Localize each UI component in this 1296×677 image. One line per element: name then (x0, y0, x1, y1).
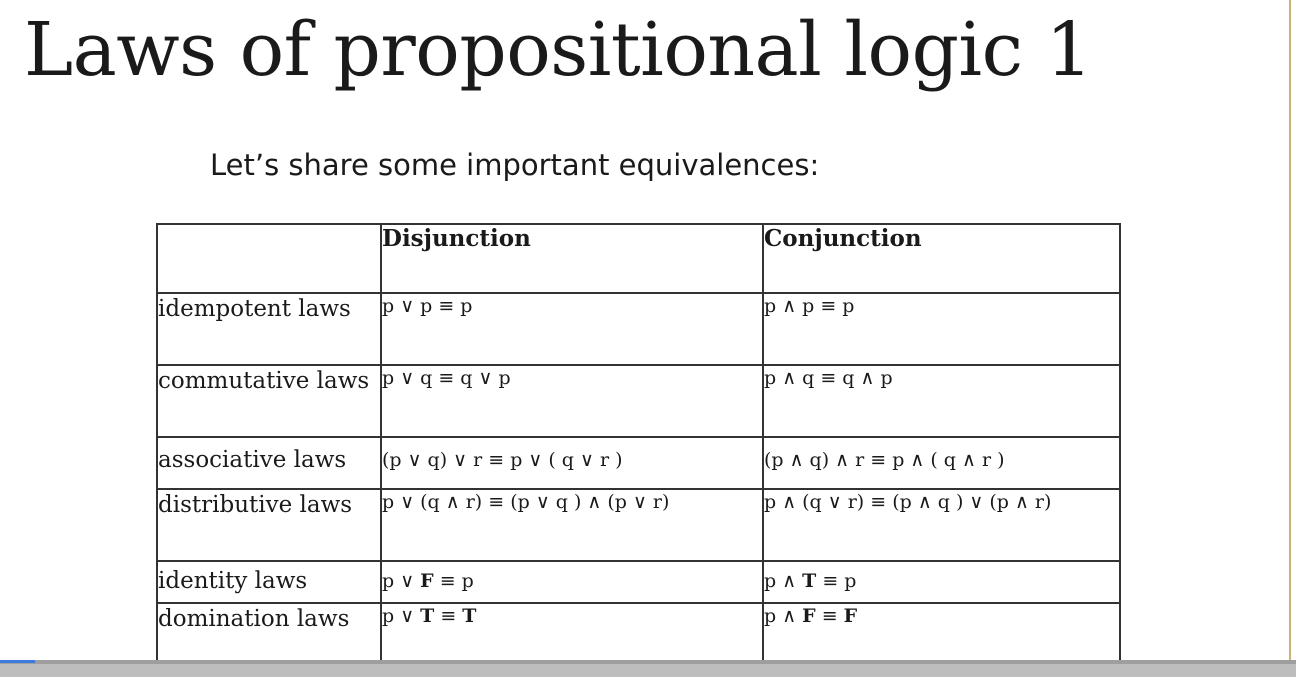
law-name: distributive laws (156, 488, 382, 562)
conjunction-formula: p ∧ (q ∨ r) ≡ (p ∧ q ) ∨ (p ∧ r) (762, 488, 1121, 562)
video-scrub-bar[interactable] (0, 660, 1296, 677)
formula-constant: F (802, 605, 816, 627)
disjunction-formula: p ∨ q ≡ q ∨ p (380, 364, 764, 438)
disjunction-formula: p ∨ p ≡ p (380, 292, 764, 366)
slide-edge (1289, 0, 1291, 660)
conjunction-formula: p ∧ p ≡ p (762, 292, 1121, 366)
formula-text: p ∨ (382, 605, 421, 627)
laws-table: Disjunction Conjunction idempotent laws … (156, 223, 1121, 676)
table-row: distributive laws p ∨ (q ∧ r) ≡ (p ∨ q )… (156, 488, 1121, 562)
table-header-row: Disjunction Conjunction (156, 223, 1121, 294)
formula-constant: T (802, 570, 817, 592)
header-conjunction: Conjunction (762, 223, 1121, 294)
header-cell-empty (156, 223, 382, 294)
formula-text: ≡ (434, 605, 463, 627)
law-name: identity laws (156, 560, 382, 604)
conjunction-formula: (p ∧ q) ∧ r ≡ p ∧ ( q ∧ r ) (762, 436, 1121, 490)
scrub-track (0, 660, 1296, 664)
law-name: commutative laws (156, 364, 382, 438)
formula-constant: F (420, 570, 434, 592)
formula-text: p ∨ (382, 570, 421, 592)
header-disjunction: Disjunction (380, 223, 764, 294)
slide: Laws of propositional logic 1 Let’s shar… (0, 0, 1296, 677)
formula-constant: T (462, 605, 477, 627)
formula-text: ≡ p (433, 570, 474, 592)
video-progress-fill (0, 660, 35, 663)
formula-text: ≡ (815, 605, 844, 627)
formula-text: p ∧ (764, 570, 803, 592)
slide-subtitle: Let’s share some important equivalences: (210, 148, 820, 182)
table-row: idempotent laws p ∨ p ≡ p p ∧ p ≡ p (156, 292, 1121, 366)
disjunction-formula: p ∨ (q ∧ r) ≡ (p ∨ q ) ∧ (p ∨ r) (380, 488, 764, 562)
disjunction-formula: (p ∨ q) ∨ r ≡ p ∨ ( q ∨ r ) (380, 436, 764, 490)
formula-constant: T (420, 605, 435, 627)
formula-constant: F (843, 605, 858, 627)
conjunction-formula: p ∧ T ≡ p (762, 560, 1121, 604)
table-row: associative laws (p ∨ q) ∨ r ≡ p ∨ ( q ∨… (156, 436, 1121, 490)
formula-text: p ∧ (764, 605, 803, 627)
conjunction-formula: p ∧ q ≡ q ∧ p (762, 364, 1121, 438)
law-name: associative laws (156, 436, 382, 490)
law-name: idempotent laws (156, 292, 382, 366)
formula-text: ≡ p (816, 570, 857, 592)
slide-title: Laws of propositional logic 1 (24, 7, 1093, 93)
table-row: commutative laws p ∨ q ≡ q ∨ p p ∧ q ≡ q… (156, 364, 1121, 438)
table-row: identity laws p ∨ F ≡ p p ∧ T ≡ p (156, 560, 1121, 604)
disjunction-formula: p ∨ F ≡ p (380, 560, 764, 604)
